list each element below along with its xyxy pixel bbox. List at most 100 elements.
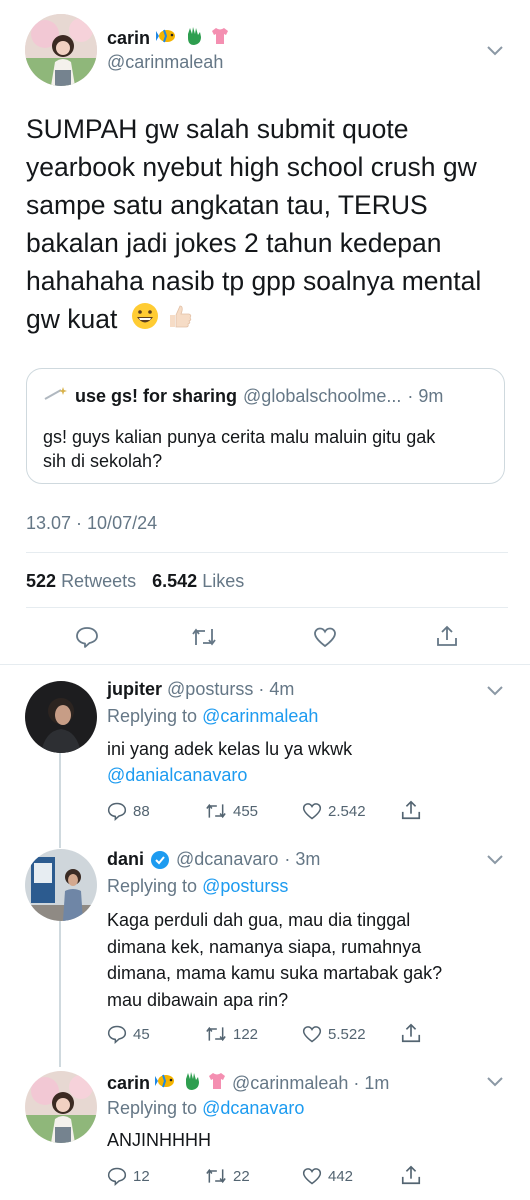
- like-icon: [302, 1168, 322, 1185]
- main-retweet-button[interactable]: [191, 625, 217, 649]
- share-icon: [401, 1165, 421, 1185]
- thread-line: [59, 752, 61, 848]
- quoted-tweet-handle: @globalschoolme...: [243, 386, 402, 406]
- shirt-emoji: [207, 1071, 227, 1096]
- shirt-emoji: [210, 26, 230, 51]
- thread-line: [59, 921, 61, 1067]
- reply-icon: [107, 1167, 127, 1186]
- reply-handle[interactable]: @posturss: [167, 679, 253, 699]
- quoted-tweet[interactable]: use gs! for sharing @globalschoolme... ·…: [26, 368, 505, 484]
- main-reply-button[interactable]: [75, 625, 99, 649]
- reply-avatar[interactable]: [25, 1071, 97, 1143]
- likes-count[interactable]: 6.542: [152, 571, 197, 591]
- reply-handle[interactable]: @dcanavaro: [176, 849, 278, 870]
- comment-count: 45: [133, 1025, 150, 1043]
- reply-like-button[interactable]: 2.542: [302, 801, 366, 821]
- replying-to-label: Replying to: [107, 876, 198, 896]
- reply-text: ini yang adek kelas lu ya wkwk: [107, 739, 353, 759]
- chevron-down-icon: [487, 855, 503, 865]
- reply-like-button[interactable]: 442: [302, 1166, 353, 1186]
- main-tweet-handle[interactable]: @carinmaleah: [107, 52, 223, 73]
- reply-retweet-button[interactable]: 22: [205, 1166, 250, 1186]
- reply-comment-button[interactable]: 88: [107, 801, 150, 821]
- divider: [26, 607, 508, 608]
- main-tweet-text-block: SUMPAH gw salah submit quote yearbook ny…: [26, 110, 506, 340]
- retweet-icon: [206, 1026, 226, 1042]
- reply-time: · 3m: [284, 849, 321, 869]
- verified-badge-icon: [150, 850, 170, 870]
- retweets-count[interactable]: 522: [26, 571, 56, 591]
- chevron-down-icon: [487, 686, 503, 696]
- reply-retweet-button[interactable]: 455: [205, 801, 258, 821]
- reply-share-button[interactable]: [400, 799, 422, 821]
- chevron-down-icon: [487, 1077, 503, 1087]
- retweets-label[interactable]: Retweets: [61, 571, 136, 591]
- reply-share-button[interactable]: [400, 1164, 422, 1186]
- like-icon: [302, 1026, 322, 1043]
- reply-comment-button[interactable]: 45: [107, 1024, 150, 1044]
- mention-link[interactable]: @danialcanavaro: [107, 765, 247, 786]
- thumbs-up-emoji: [166, 302, 194, 340]
- divider: [26, 552, 508, 553]
- main-tweet-avatar[interactable]: [25, 14, 97, 86]
- fish-emoji: [156, 27, 178, 50]
- reply-share-button[interactable]: [400, 1022, 422, 1044]
- reply-more-button[interactable]: [486, 853, 504, 871]
- like-count: 442: [328, 1167, 354, 1185]
- quoted-tweet-name: use gs! for sharing: [75, 386, 238, 406]
- engagement-stats: 522 Retweets 6.542 Likes: [26, 571, 244, 592]
- divider: [0, 664, 530, 665]
- comment-count: 12: [133, 1167, 150, 1185]
- main-tweet-more-button[interactable]: [486, 44, 504, 62]
- reply-retweet-button[interactable]: 122: [205, 1024, 258, 1044]
- reply-text: ANJINHHHH: [107, 1130, 212, 1150]
- chevron-down-icon: [487, 46, 503, 56]
- share-icon: [437, 625, 457, 646]
- retweet-count: 455: [233, 802, 259, 820]
- reply-handle[interactable]: @carinmaleah: [232, 1073, 348, 1094]
- replying-to-link[interactable]: @posturss: [202, 876, 288, 896]
- reply-more-button[interactable]: [486, 1075, 504, 1093]
- share-icon: [401, 800, 421, 820]
- main-share-button[interactable]: [435, 624, 459, 648]
- like-icon: [314, 627, 336, 648]
- glove-emoji: [184, 26, 204, 51]
- reply-avatar[interactable]: [25, 849, 97, 921]
- replying-to-link[interactable]: @carinmaleah: [202, 706, 318, 726]
- main-tweet-text: SUMPAH gw salah submit quote yearbook ny…: [26, 114, 482, 334]
- reply-name[interactable]: dani: [107, 849, 144, 870]
- reply-icon: [107, 1025, 127, 1044]
- retweet-count: 122: [233, 1025, 259, 1043]
- reply-text: Kaga perduli dah gua, mau dia tinggal di…: [107, 910, 443, 1010]
- main-tweet-timestamp: 13.07 · 10/07/24: [26, 513, 158, 533]
- replying-to-label: Replying to: [107, 1098, 198, 1118]
- reply-like-button[interactable]: 5.522: [302, 1024, 366, 1044]
- reply-time: · 1m: [353, 1073, 390, 1093]
- reply-more-button[interactable]: [486, 684, 504, 702]
- retweet-icon: [192, 628, 216, 646]
- likes-label[interactable]: Likes: [202, 571, 244, 591]
- retweet-count: 22: [233, 1167, 250, 1185]
- reply-name[interactable]: jupiter: [107, 679, 162, 699]
- fish-emoji: [155, 1072, 177, 1095]
- replying-to-link[interactable]: @dcanavaro: [202, 1098, 304, 1118]
- reply-icon: [107, 802, 127, 821]
- main-tweet-name[interactable]: carin: [107, 28, 150, 49]
- like-count: 2.542: [328, 802, 366, 820]
- reply-comment-button[interactable]: 12: [107, 1166, 150, 1186]
- replying-to-label: Replying to: [107, 706, 198, 726]
- reply-name[interactable]: carin: [107, 1073, 150, 1094]
- glove-emoji: [182, 1071, 202, 1096]
- grin-emoji: [131, 302, 159, 340]
- reply-icon: [76, 627, 98, 648]
- quoted-tweet-time: · 9m: [407, 386, 444, 406]
- like-count: 5.522: [328, 1025, 366, 1043]
- main-like-button[interactable]: [313, 625, 337, 649]
- sparkle-icon: [43, 385, 69, 408]
- comment-count: 88: [133, 802, 150, 820]
- quoted-tweet-text: gs! guys kalian punya cerita malu maluin…: [43, 427, 436, 471]
- reply-avatar[interactable]: [25, 681, 97, 753]
- retweet-icon: [206, 803, 226, 819]
- reply-time: · 4m: [258, 679, 295, 699]
- like-icon: [302, 803, 322, 820]
